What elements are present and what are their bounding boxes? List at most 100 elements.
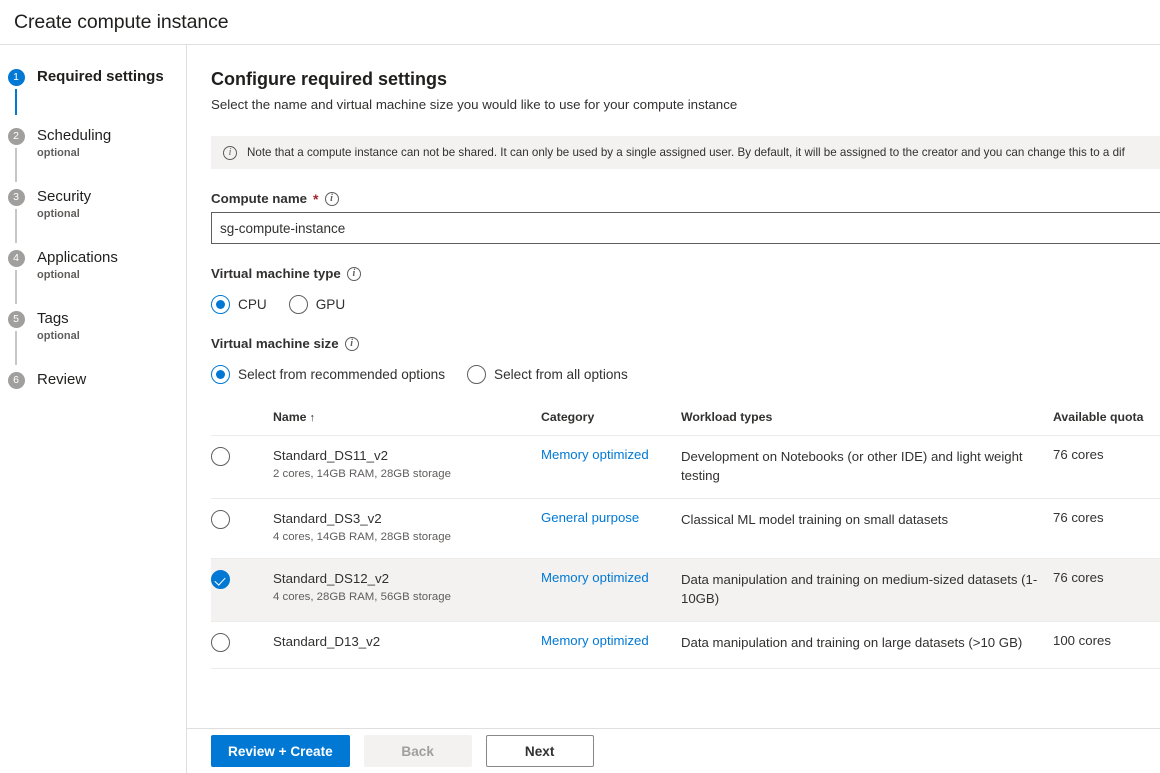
required-asterisk: * (313, 192, 318, 206)
info-banner-text: Note that a compute instance can not be … (247, 145, 1125, 160)
step-connector (15, 89, 17, 115)
step-marker: 3 (7, 186, 25, 243)
main-scroll-area: Configure required settings Select the n… (187, 45, 1160, 728)
row-select-cell[interactable] (211, 622, 273, 669)
info-icon[interactable] (347, 267, 361, 281)
table-row[interactable]: Standard_D13_v2Memory optimized Data mani… (211, 622, 1160, 669)
vm-size-radio-group: Select from recommended options Select fr… (211, 365, 1160, 384)
radio-label: CPU (238, 297, 267, 312)
vm-size-option-select-from-all-options[interactable]: Select from all options (467, 365, 628, 384)
wizard-step-required-settings[interactable]: 1Required settings (0, 66, 186, 115)
wizard-step-tags[interactable]: 5Tagsoptional (0, 308, 186, 365)
column-header-quota[interactable]: Available quota (1053, 410, 1160, 436)
column-header-name[interactable]: Name↑ (273, 410, 541, 436)
vm-workload-text: Data manipulation and training on medium… (681, 570, 1053, 608)
vm-specs: 2 cores, 14GB RAM, 28GB storage (273, 467, 541, 482)
vm-type-option-cpu[interactable]: CPU (211, 295, 267, 314)
vm-type-radio-group: CPU GPU (211, 295, 1160, 314)
vm-workload-text: Classical ML model training on small dat… (681, 510, 1053, 529)
radio-button[interactable] (289, 295, 308, 314)
vm-quota-cell: 76 cores (1053, 499, 1160, 559)
column-header-category[interactable]: Category (541, 410, 681, 436)
back-button: Back (364, 735, 472, 767)
wizard-footer: Review + Create Back Next (187, 728, 1160, 773)
row-select-cell[interactable] (211, 499, 273, 559)
vm-type-label-row: Virtual machine type (211, 266, 1160, 281)
column-header-select (211, 410, 273, 436)
step-text: Tagsoptional (25, 308, 80, 343)
step-optional-label: optional (37, 329, 80, 343)
step-spacer (0, 115, 186, 125)
vm-category-link[interactable]: Memory optimized (541, 570, 649, 585)
vm-category-link[interactable]: General purpose (541, 510, 639, 525)
compute-name-field-block: Compute name * (211, 191, 1160, 244)
sort-ascending-icon: ↑ (310, 412, 316, 424)
section-heading: Configure required settings (211, 69, 1160, 90)
vm-workload-text: Development on Notebooks (or other IDE) … (681, 447, 1053, 485)
create-compute-instance-page: Create compute instance 1Required settin… (0, 0, 1160, 773)
wizard-step-applications[interactable]: 4Applicationsoptional (0, 247, 186, 304)
section-subtitle: Select the name and virtual machine size… (211, 96, 1160, 114)
vm-category-link[interactable]: Memory optimized (541, 447, 649, 462)
table-row[interactable]: Standard_DS11_v22 cores, 14GB RAM, 28GB … (211, 436, 1160, 499)
page-header: Create compute instance (0, 0, 1160, 45)
vm-type-option-gpu[interactable]: GPU (289, 295, 345, 314)
radio-button[interactable] (211, 510, 230, 529)
step-optional-label: optional (37, 146, 111, 160)
row-select-cell[interactable] (211, 559, 273, 622)
step-label: Security (37, 186, 91, 207)
step-label: Tags (37, 308, 80, 329)
step-text: Required settings (25, 66, 164, 87)
step-number-badge: 5 (8, 311, 25, 328)
vm-size-field-block: Virtual machine size Select from recomme… (211, 336, 1160, 384)
vm-size-table-head: Name↑ Category Workload types Available … (211, 410, 1160, 436)
step-connector (15, 209, 17, 243)
step-number-badge: 6 (8, 372, 25, 389)
info-icon[interactable] (345, 337, 359, 351)
vm-quota-value: 100 cores (1053, 633, 1111, 648)
radio-button[interactable] (467, 365, 486, 384)
radio-selected-icon[interactable] (211, 570, 230, 589)
vm-size-table: Name↑ Category Workload types Available … (211, 410, 1160, 669)
table-row[interactable]: Standard_DS3_v24 cores, 14GB RAM, 28GB s… (211, 499, 1160, 559)
vm-name: Standard_D13_v2 (273, 633, 541, 650)
step-text: Schedulingoptional (25, 125, 111, 160)
step-text: Applicationsoptional (25, 247, 118, 282)
vm-category-link[interactable]: Memory optimized (541, 633, 649, 648)
step-text: Securityoptional (25, 186, 91, 221)
main-panel: Configure required settings Select the n… (187, 45, 1160, 773)
compute-name-input[interactable] (211, 212, 1160, 244)
review-create-button[interactable]: Review + Create (211, 735, 350, 767)
step-marker: 2 (7, 125, 25, 182)
step-number-badge: 4 (8, 250, 25, 267)
vm-quota-value: 76 cores (1053, 570, 1104, 585)
vm-workload-cell: Development on Notebooks (or other IDE) … (681, 436, 1053, 499)
info-icon[interactable] (325, 192, 339, 206)
step-marker: 5 (7, 308, 25, 365)
row-select-cell[interactable] (211, 436, 273, 499)
table-row[interactable]: Standard_DS12_v24 cores, 28GB RAM, 56GB … (211, 559, 1160, 622)
wizard-step-security[interactable]: 3Securityoptional (0, 186, 186, 243)
radio-button[interactable] (211, 447, 230, 466)
radio-label: GPU (316, 297, 345, 312)
column-header-workload[interactable]: Workload types (681, 410, 1053, 436)
vm-quota-value: 76 cores (1053, 447, 1104, 462)
radio-button[interactable] (211, 633, 230, 652)
vm-size-label: Virtual machine size (211, 336, 339, 351)
column-header-name-label: Name (273, 410, 307, 424)
step-connector (15, 148, 17, 182)
wizard-step-scheduling[interactable]: 2Schedulingoptional (0, 125, 186, 182)
step-label: Required settings (37, 66, 164, 87)
vm-size-option-select-from-recommended-options[interactable]: Select from recommended options (211, 365, 445, 384)
step-optional-label: optional (37, 207, 91, 221)
vm-workload-cell: Classical ML model training on small dat… (681, 499, 1053, 559)
vm-type-field-block: Virtual machine type CPU GPU (211, 266, 1160, 314)
radio-label: Select from recommended options (238, 367, 445, 382)
vm-name: Standard_DS12_v2 (273, 570, 541, 587)
next-button[interactable]: Next (486, 735, 594, 767)
radio-button[interactable] (211, 295, 230, 314)
vm-workload-text: Data manipulation and training on large … (681, 633, 1053, 652)
radio-button[interactable] (211, 365, 230, 384)
radio-label: Select from all options (494, 367, 628, 382)
wizard-step-review[interactable]: 6Review (0, 369, 186, 401)
